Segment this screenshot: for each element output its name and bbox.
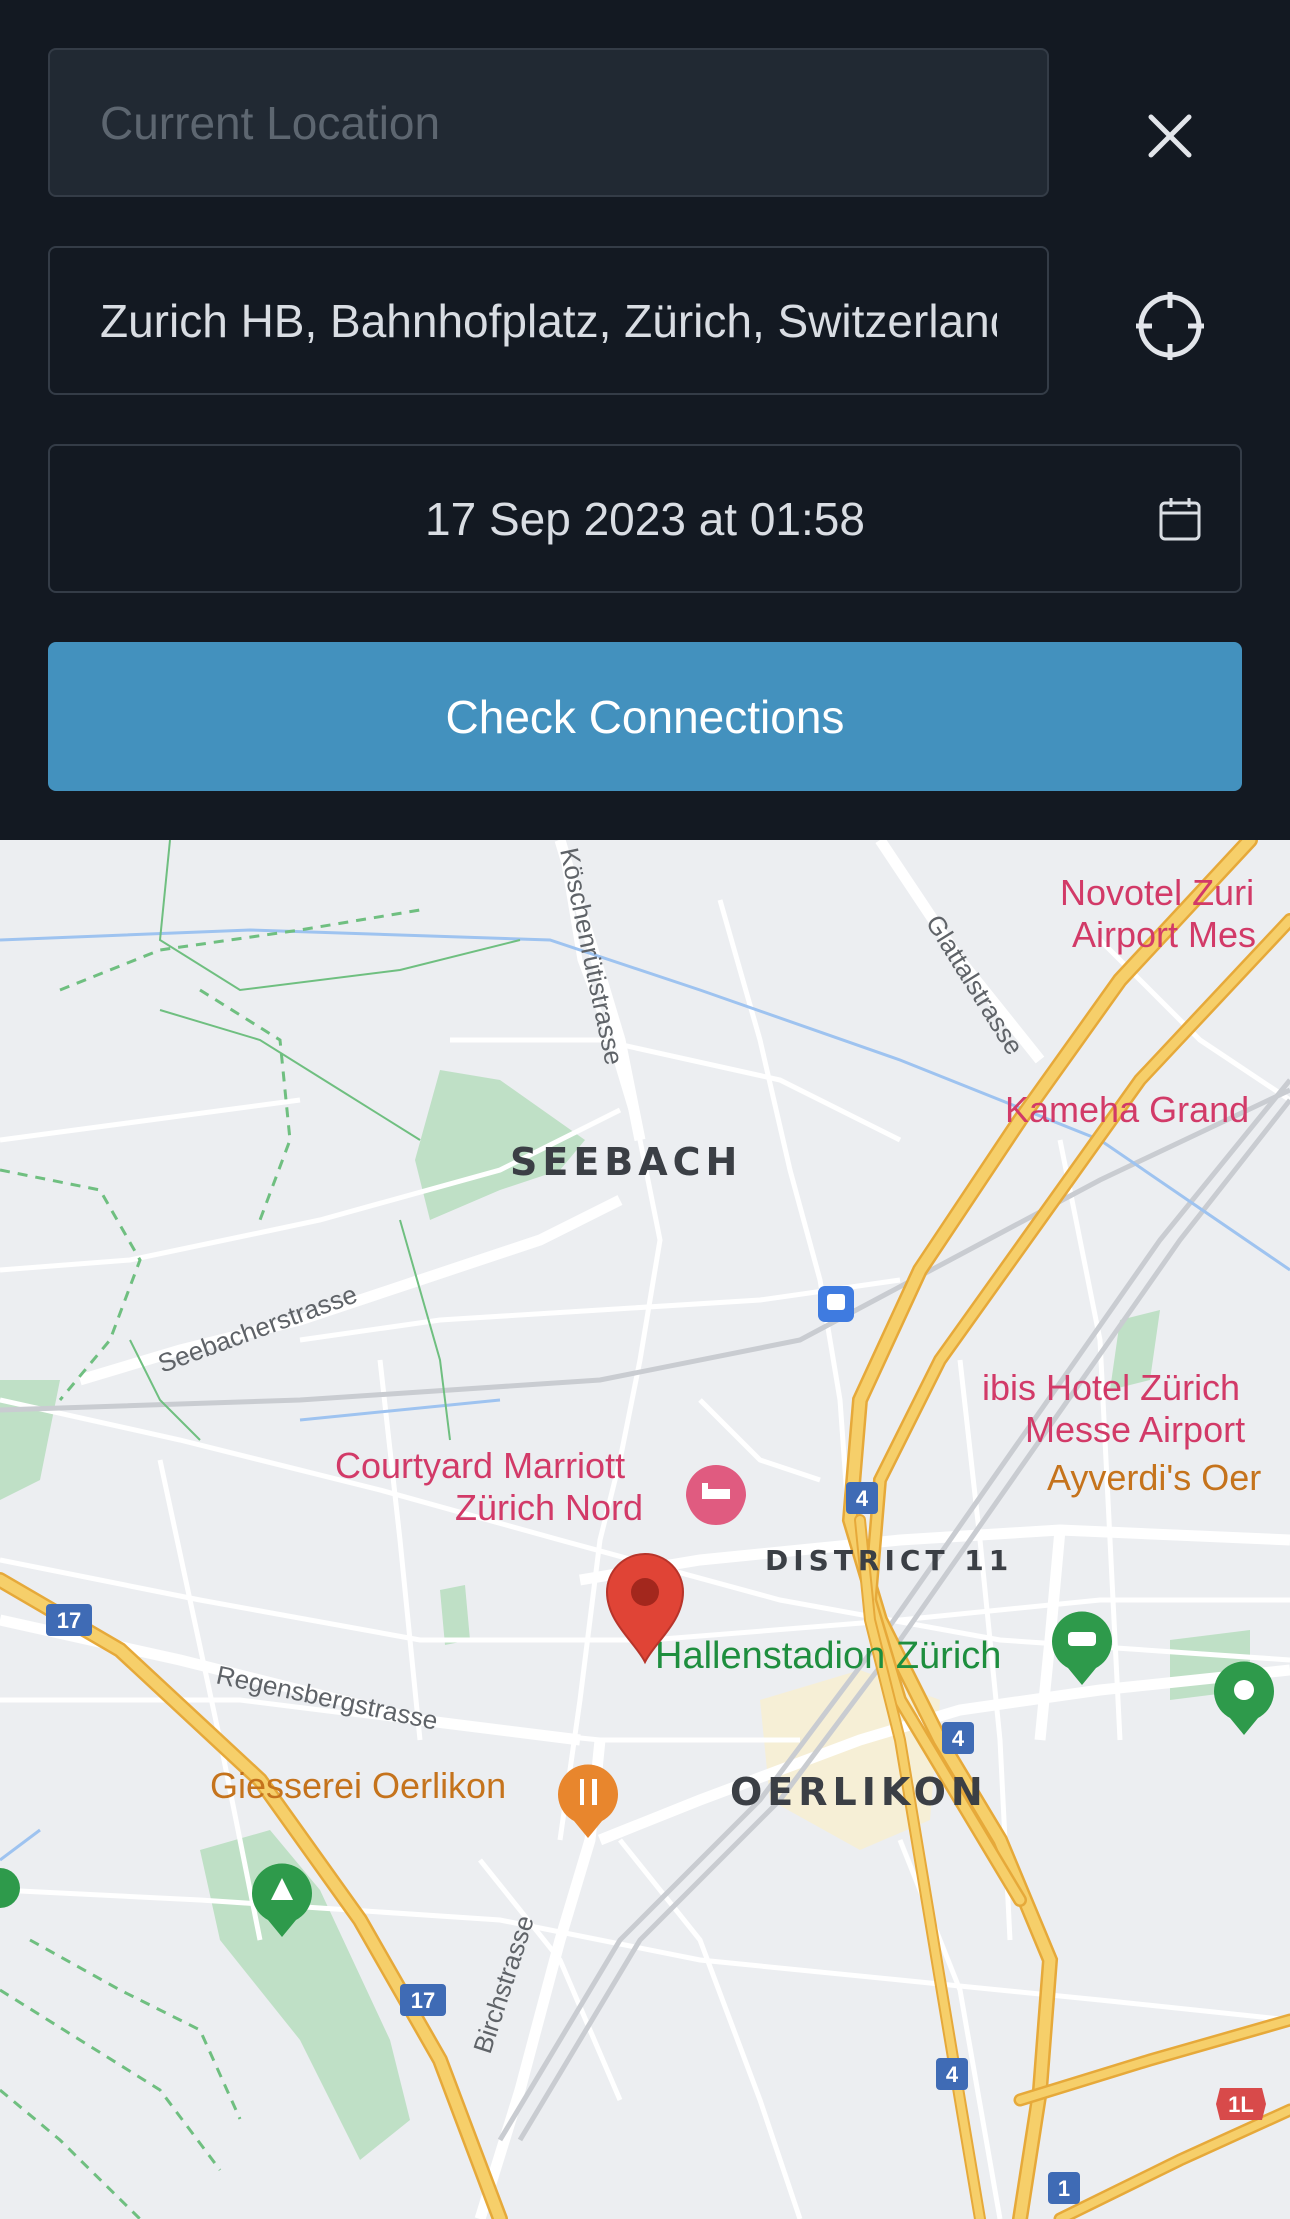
datetime-value: 17 Sep 2023 at 01:58 <box>425 492 865 545</box>
restaurant-icon[interactable] <box>558 1764 618 1838</box>
svg-text:4: 4 <box>952 1726 965 1751</box>
street-label-glattal: Glattalstrasse <box>920 909 1030 1060</box>
destination-field[interactable] <box>48 246 1049 395</box>
search-panel: 17 Sep 2023 at 01:58 Check Connections <box>0 0 1290 840</box>
poi-label-novotel-1: Novotel Zuri <box>1060 872 1254 913</box>
datetime-field[interactable]: 17 Sep 2023 at 01:58 <box>48 444 1242 593</box>
route-shield-4c: 4 <box>936 2058 968 2090</box>
poi-label-courtyard-1: Courtyard Marriott <box>335 1445 625 1486</box>
destination-input[interactable] <box>100 293 997 348</box>
park-marker-icon[interactable] <box>1214 1661 1274 1735</box>
svg-text:1: 1 <box>1058 2176 1070 2201</box>
svg-text:4: 4 <box>946 2062 959 2087</box>
check-connections-button[interactable]: Check Connections <box>48 642 1242 791</box>
route-shield-17a: 17 <box>46 1604 92 1636</box>
locate-button[interactable] <box>1120 276 1220 376</box>
origin-field[interactable] <box>48 48 1049 197</box>
poi-label-courtyard-2: Zürich Nord <box>455 1487 643 1528</box>
route-shield-4a: 4 <box>846 1482 878 1514</box>
route-shield-4b: 4 <box>942 1722 974 1754</box>
street-label-regensberg: Regensbergstrasse <box>214 1660 441 1736</box>
route-shield-1l: 1L <box>1216 2088 1266 2120</box>
poi-label-hallenstadion: Hallenstadion Zürich <box>655 1635 1001 1677</box>
route-shield-1: 1 <box>1048 2172 1080 2204</box>
poi-label-ibis-2: Messe Airport <box>1025 1409 1245 1450</box>
poi-label-giesserei: Giesserei Oerlikon <box>210 1765 506 1806</box>
train-station-icon[interactable] <box>818 1286 854 1322</box>
poi-label-ibis-1: ibis Hotel Zürich <box>982 1367 1240 1408</box>
close-icon <box>1148 114 1192 158</box>
svg-text:4: 4 <box>856 1486 869 1511</box>
street-label-koschenruti: Köschenrütistrasse <box>554 845 629 1068</box>
svg-text:1L: 1L <box>1228 2092 1254 2117</box>
route-shield-17b: 17 <box>400 1984 446 2016</box>
district-label-seebach: SEEBACH <box>510 1140 742 1184</box>
map-view[interactable]: Köschenrütistrasse Glattalstrasse Seebac… <box>0 840 1290 2219</box>
close-button[interactable] <box>1120 86 1220 186</box>
origin-input[interactable] <box>100 95 997 150</box>
poi-label-ayverdi: Ayverdi's Oer <box>1047 1457 1261 1498</box>
svg-text:17: 17 <box>57 1608 81 1633</box>
hotel-icon[interactable] <box>686 1465 746 1525</box>
calendar-icon <box>1159 498 1201 541</box>
district-label-oerlikon: OERLIKON <box>730 1770 988 1814</box>
street-label-seebacher: Seebacherstrasse <box>154 1279 361 1379</box>
stadium-icon[interactable] <box>1052 1611 1112 1685</box>
crosshair-icon <box>1136 292 1204 360</box>
poi-label-kameha: Kameha Grand <box>1005 1089 1249 1130</box>
poi-label-novotel-2: Airport Mes <box>1072 914 1256 955</box>
map-canvas: Köschenrütistrasse Glattalstrasse Seebac… <box>0 840 1290 2219</box>
district-label-district11: DISTRICT 11 <box>765 1544 1013 1577</box>
main-streets <box>0 840 1290 2219</box>
partial-park-marker-icon <box>0 1868 20 1908</box>
svg-text:17: 17 <box>411 1988 435 2013</box>
